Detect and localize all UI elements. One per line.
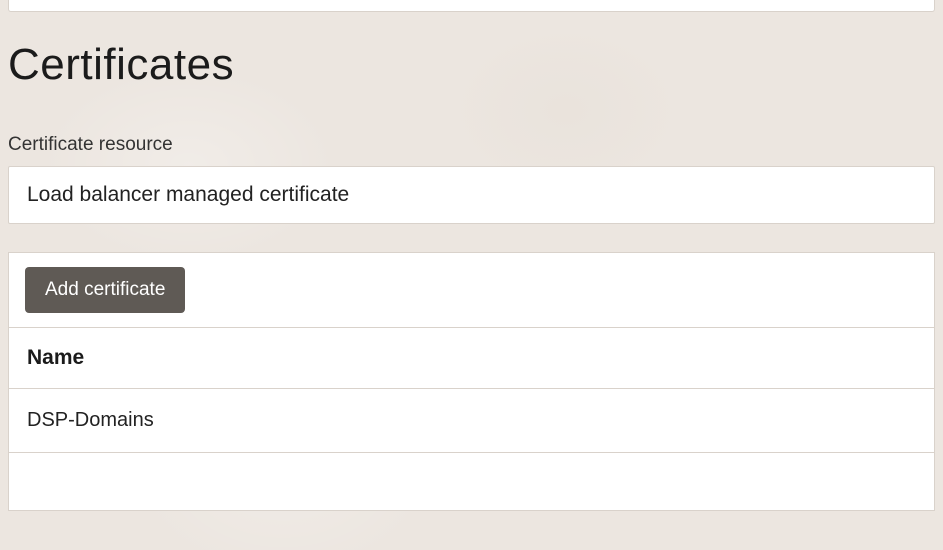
certificates-panel: Add certificate Name DSP-Domains (8, 252, 935, 511)
certificates-table-header-name: Name (8, 328, 935, 389)
certificates-toolbar: Add certificate (8, 252, 935, 328)
add-certificate-button[interactable]: Add certificate (25, 267, 185, 313)
page-title: Certificates (8, 40, 935, 90)
table-row[interactable]: DSP-Domains (8, 389, 935, 453)
certificate-name-cell: DSP-Domains (27, 409, 154, 431)
table-row-empty (8, 453, 935, 511)
certificate-resource-label: Certificate resource (8, 134, 935, 156)
certificate-resource-select[interactable]: Load balancer managed certificate (8, 166, 935, 224)
previous-panel-edge (8, 0, 935, 12)
